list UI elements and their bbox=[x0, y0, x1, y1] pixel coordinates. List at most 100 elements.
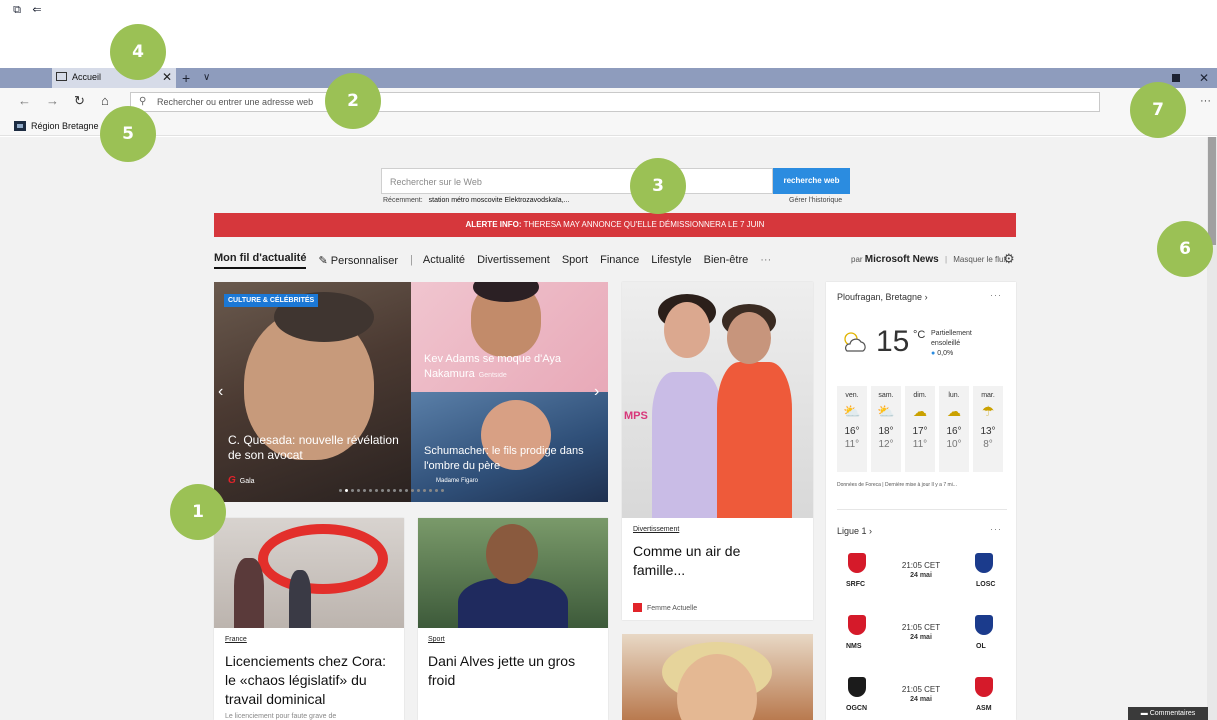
tab-bien-etre[interactable]: Bien-être bbox=[704, 254, 749, 266]
carousel-main-image[interactable] bbox=[214, 282, 411, 502]
tab-lifestyle[interactable]: Lifestyle bbox=[651, 254, 691, 266]
carousel-dot[interactable] bbox=[411, 489, 414, 492]
window-restore-icon[interactable] bbox=[1172, 74, 1180, 82]
tab-my-feed[interactable]: Mon fil d'actualité bbox=[214, 252, 307, 269]
search-placeholder: Rechercher sur le Web bbox=[390, 177, 482, 187]
tab-sport[interactable]: Sport bbox=[562, 254, 588, 266]
forecast-day[interactable]: mar. ☂ 13° 8° bbox=[973, 386, 1003, 472]
carousel-dot[interactable] bbox=[369, 489, 372, 492]
story-category[interactable]: France bbox=[225, 636, 247, 643]
carousel-dot[interactable] bbox=[387, 489, 390, 492]
carousel-main-source: G Gala bbox=[228, 475, 255, 486]
forecast-day[interactable]: ven. ⛅ 16° 11° bbox=[837, 386, 867, 472]
set-aside-tabs-icon[interactable]: ⇐ bbox=[30, 3, 44, 17]
forecast-low: 12° bbox=[878, 439, 894, 450]
story-title[interactable]: Dani Alves jette un gros froid bbox=[428, 652, 598, 690]
weather-more-icon[interactable]: ··· bbox=[990, 290, 1002, 300]
web-search-input[interactable]: Rechercher sur le Web bbox=[381, 168, 773, 194]
away-team-crest[interactable] bbox=[975, 677, 993, 697]
back-icon[interactable]: ← bbox=[18, 93, 31, 108]
refresh-icon[interactable]: ↻ bbox=[74, 93, 85, 109]
story-image[interactable] bbox=[622, 634, 813, 720]
web-search-button[interactable]: recherche web bbox=[773, 168, 850, 194]
league-more-icon[interactable]: ··· bbox=[990, 524, 1002, 534]
carousel-dot[interactable] bbox=[429, 489, 432, 492]
manage-history-link[interactable]: Gérer l'historique bbox=[789, 197, 842, 204]
story-title[interactable]: Comme un air de famille... bbox=[633, 542, 783, 580]
story-category[interactable]: Divertissement bbox=[633, 526, 679, 533]
home-team-crest[interactable] bbox=[848, 677, 866, 697]
away-team-crest[interactable] bbox=[975, 553, 993, 573]
away-team-crest[interactable] bbox=[975, 615, 993, 635]
favorite-region-bretagne[interactable]: Région Bretagne bbox=[31, 121, 99, 131]
carousel-dot[interactable] bbox=[405, 489, 408, 492]
forecast-day-label: lun. bbox=[948, 392, 960, 399]
story-image[interactable] bbox=[214, 518, 404, 628]
forecast-day[interactable]: lun. ☁ 16° 10° bbox=[939, 386, 969, 472]
breaking-news-banner[interactable]: ALERTE INFO: THERESA MAY ANNONCE QU'ELLE… bbox=[214, 213, 1016, 237]
weather-location[interactable]: Ploufragan, Bretagne › bbox=[837, 292, 928, 302]
home-team-code: SRFC bbox=[846, 581, 866, 588]
tab-finance[interactable]: Finance bbox=[600, 254, 639, 266]
more-menu-icon[interactable]: ··· bbox=[1200, 95, 1211, 107]
carousel-dot[interactable] bbox=[441, 489, 444, 492]
close-tab-icon[interactable]: ✕ bbox=[162, 70, 172, 84]
more-tabs-icon[interactable]: ··· bbox=[760, 254, 771, 266]
provider-brand[interactable]: Microsoft News bbox=[865, 254, 939, 265]
alert-prefix: ALERTE INFO: bbox=[465, 220, 522, 229]
carousel-dot[interactable] bbox=[417, 489, 420, 492]
carousel-dot[interactable] bbox=[423, 489, 426, 492]
carousel-dot[interactable] bbox=[339, 489, 342, 492]
carousel-dot[interactable] bbox=[393, 489, 396, 492]
carousel-next-icon[interactable]: › bbox=[594, 383, 599, 401]
new-tab-icon[interactable]: + bbox=[182, 68, 190, 88]
carousel-dot[interactable] bbox=[375, 489, 378, 492]
forecast-day[interactable]: dim. ☁ 17° 11° bbox=[905, 386, 935, 472]
carousel-dot[interactable] bbox=[363, 489, 366, 492]
carousel-dot[interactable] bbox=[399, 489, 402, 492]
home-team-crest[interactable] bbox=[848, 615, 866, 635]
recent-query-link[interactable]: station métro moscovite Elektrozavodskaï… bbox=[429, 197, 570, 204]
carousel-top-right-title[interactable]: Kev Adams se moque d'Aya Nakamura Gentsid… bbox=[424, 352, 604, 383]
hide-feed-link[interactable]: Masquer le flux bbox=[953, 255, 1007, 264]
carousel-dot[interactable] bbox=[381, 489, 384, 492]
source-name: Femme Actuelle bbox=[647, 605, 698, 612]
tab-preview-icon[interactable]: ⧉ bbox=[10, 3, 24, 17]
feedback-button[interactable]: ▬ Commentaires bbox=[1128, 707, 1208, 720]
home-team-crest[interactable] bbox=[848, 553, 866, 573]
address-bar[interactable]: ⚲ Rechercher ou entrer une adresse web bbox=[130, 92, 1100, 112]
carousel-main-title[interactable]: C. Quesada: nouvelle révélation de son a… bbox=[228, 433, 408, 463]
tab-divertissement[interactable]: Divertissement bbox=[477, 254, 550, 266]
home-icon[interactable]: ⌂ bbox=[101, 93, 109, 108]
chevron-down-icon[interactable]: ∨ bbox=[203, 68, 210, 88]
divider: | bbox=[944, 255, 948, 264]
carousel-dot[interactable] bbox=[351, 489, 354, 492]
story-image[interactable]: MPS bbox=[622, 282, 813, 518]
marker-4: 4 bbox=[110, 24, 166, 80]
carousel-pagination bbox=[339, 489, 444, 492]
tab-actualite[interactable]: Actualité bbox=[423, 254, 465, 266]
precipitation: ● 0,0% bbox=[931, 350, 953, 357]
address-placeholder: Rechercher ou entrer une adresse web bbox=[157, 97, 314, 107]
story-title[interactable]: Licenciements chez Cora: le «chaos légis… bbox=[225, 652, 397, 709]
league-title[interactable]: Ligue 1 › bbox=[837, 526, 872, 536]
carousel-dot[interactable] bbox=[345, 489, 348, 492]
forward-icon[interactable]: → bbox=[46, 93, 59, 108]
match-time: 21:05 CET bbox=[901, 623, 941, 632]
carousel-dot[interactable] bbox=[435, 489, 438, 492]
window-close-icon[interactable]: ✕ bbox=[1199, 68, 1209, 88]
category-badge: CULTURE & CÉLÉBRITÉS bbox=[224, 294, 319, 307]
forecast-day[interactable]: sam. ⛅ 18° 12° bbox=[871, 386, 901, 472]
story-image[interactable] bbox=[418, 518, 608, 628]
match-date: 24 mai bbox=[910, 634, 932, 641]
dress-orange bbox=[717, 362, 792, 518]
away-team-code: ASM bbox=[976, 705, 992, 712]
carousel-dot[interactable] bbox=[357, 489, 360, 492]
personalize-button[interactable]: ✎ Personnaliser bbox=[318, 254, 398, 267]
scrollbar-thumb[interactable] bbox=[1208, 137, 1216, 245]
carousel-bottom-right-title[interactable]: Schumacher: le fils prodige dans l'ombre… bbox=[424, 444, 604, 474]
gear-icon[interactable]: ⚙ bbox=[1003, 251, 1015, 267]
story-category[interactable]: Sport bbox=[428, 636, 445, 643]
forecast-high: 16° bbox=[844, 426, 860, 437]
carousel-prev-icon[interactable]: ‹ bbox=[218, 383, 223, 401]
